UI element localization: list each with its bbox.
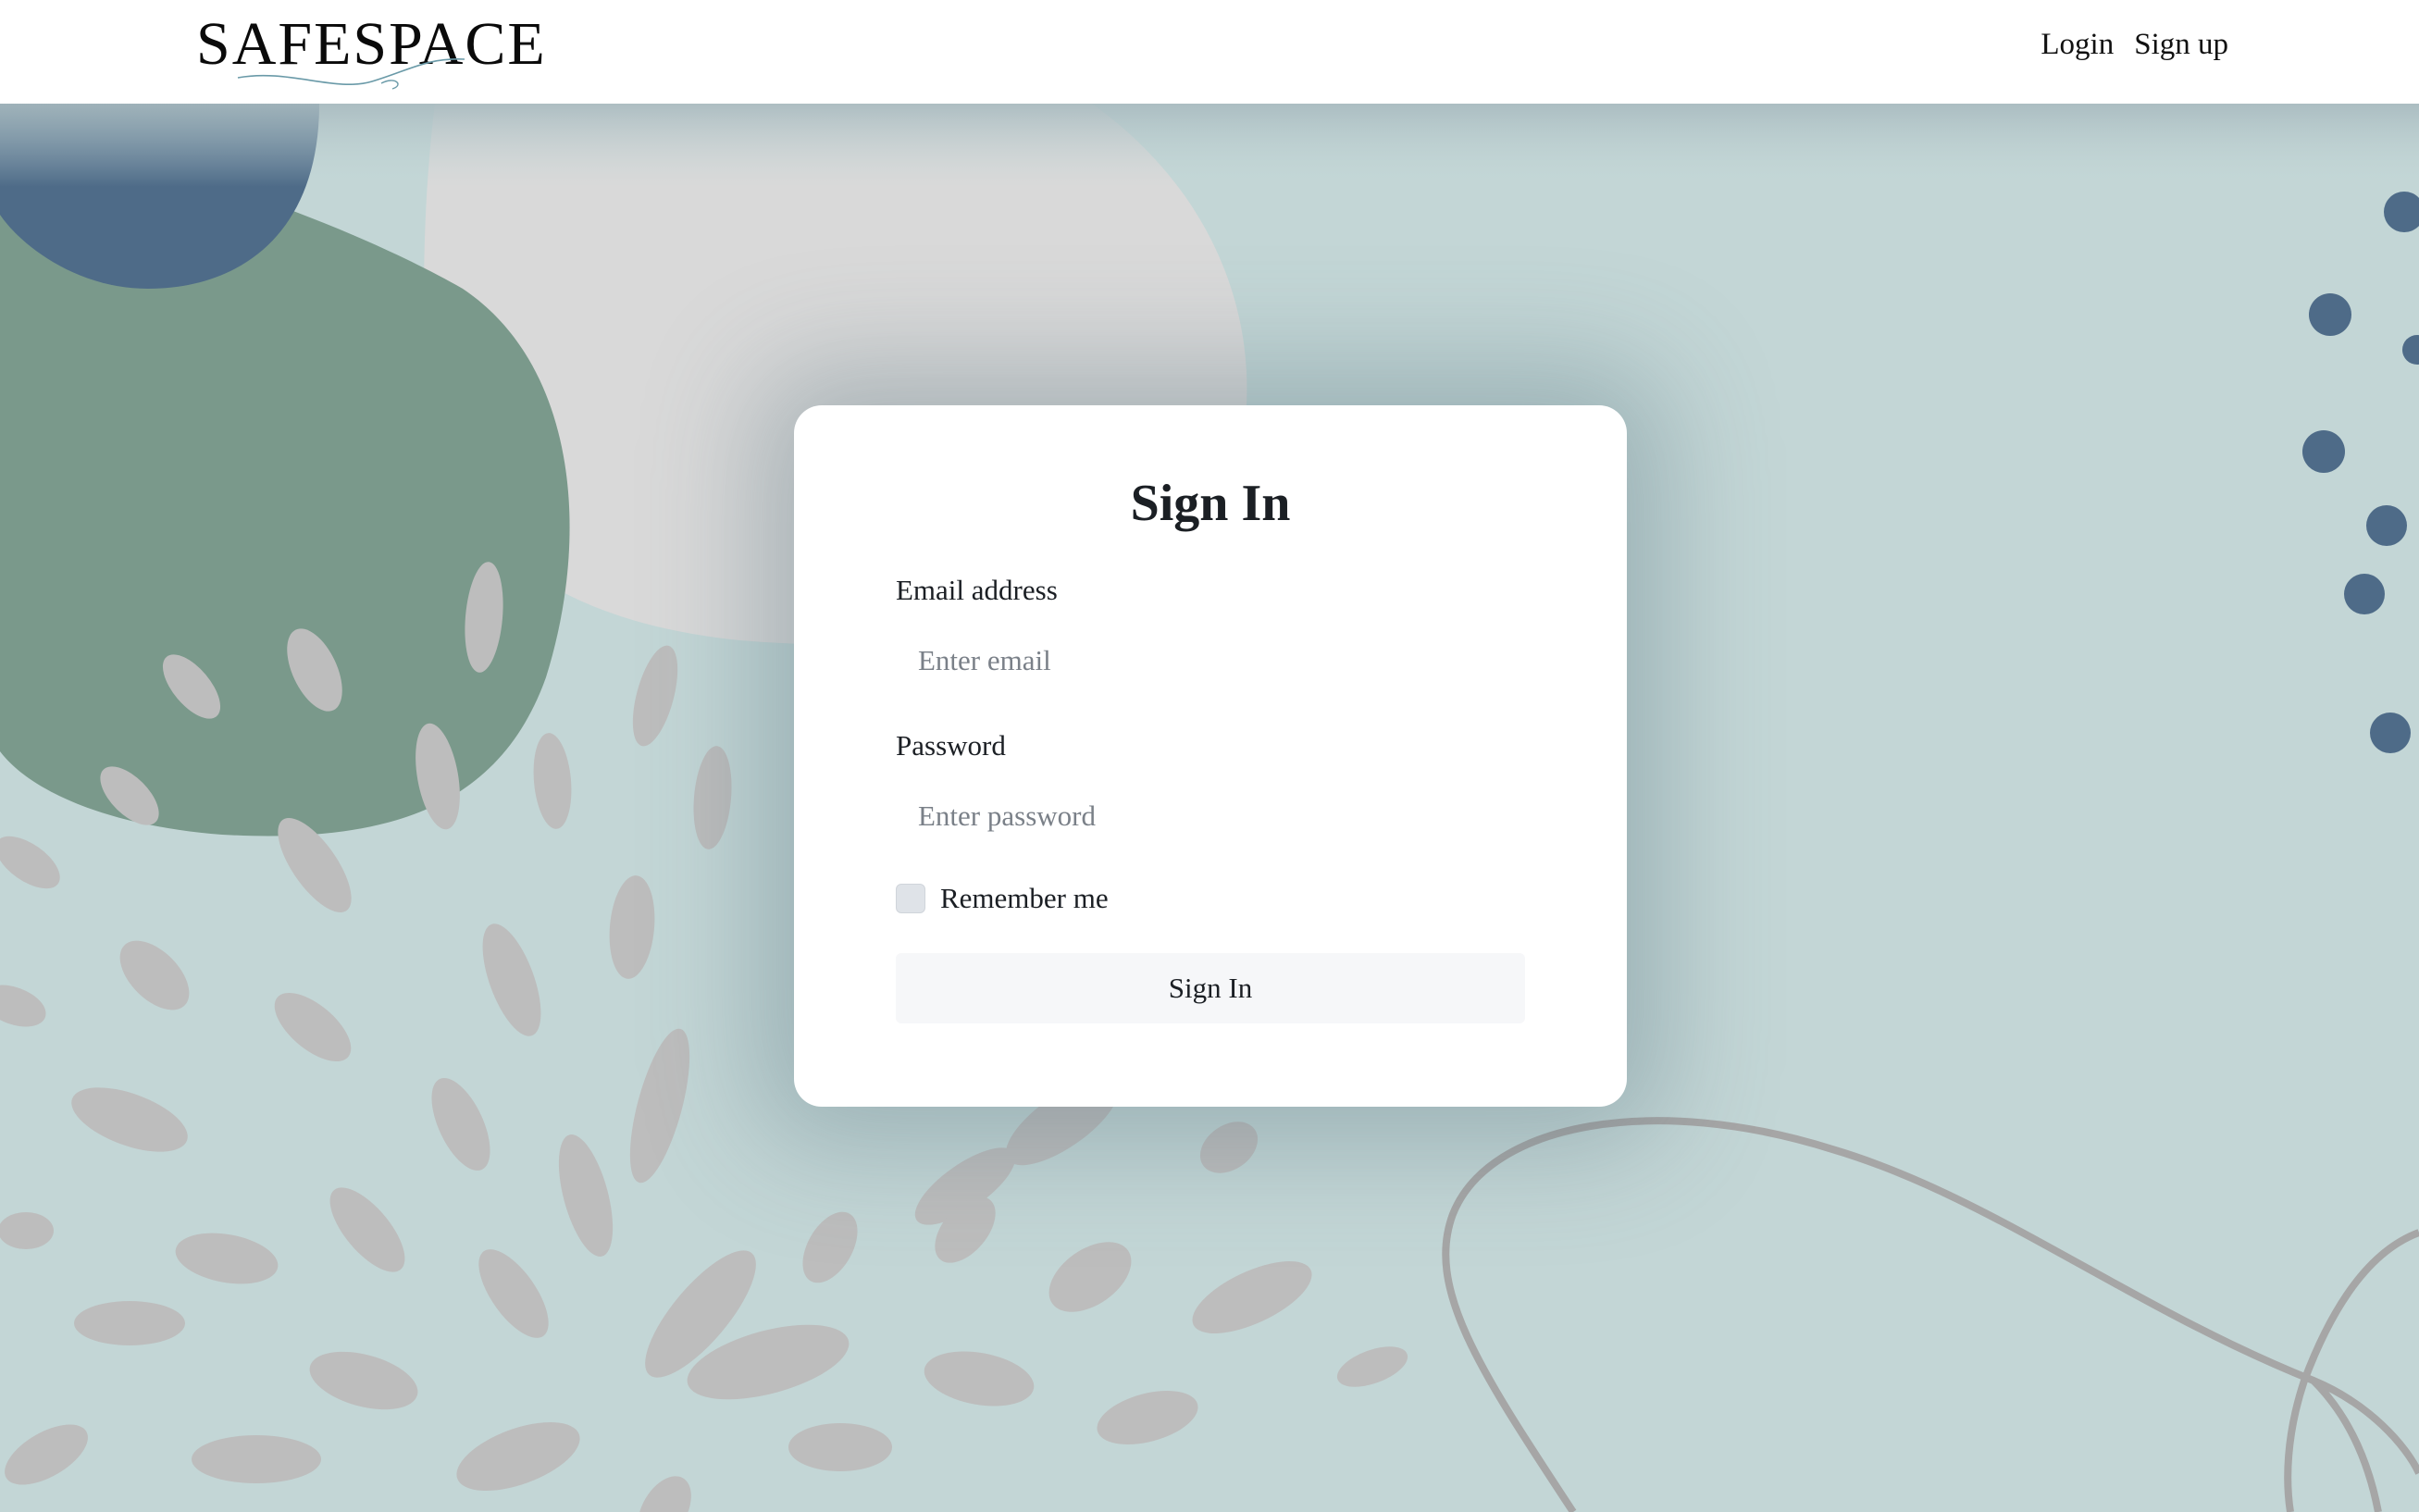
nav-signup-link[interactable]: Sign up <box>2134 28 2228 62</box>
remember-me-row: Remember me <box>896 882 1109 915</box>
sign-in-card: Sign In Email address Password Remember … <box>794 405 1627 1107</box>
email-field[interactable] <box>896 626 1525 696</box>
email-label: Email address <box>896 574 1058 606</box>
password-field[interactable] <box>896 781 1525 851</box>
navbar: SAFESPACE Login Sign up <box>0 0 2419 104</box>
logo-swash-icon <box>237 58 465 90</box>
sign-in-button[interactable]: Sign In <box>896 953 1525 1023</box>
nav-links: Login Sign up <box>2041 28 2228 62</box>
brand-logo[interactable]: SAFESPACE <box>196 11 545 90</box>
password-label: Password <box>896 729 1006 762</box>
remember-me-label: Remember me <box>940 882 1109 914</box>
sign-in-title: Sign In <box>1130 475 1291 532</box>
nav-login-link[interactable]: Login <box>2041 28 2114 62</box>
remember-me-checkbox[interactable] <box>896 884 925 913</box>
